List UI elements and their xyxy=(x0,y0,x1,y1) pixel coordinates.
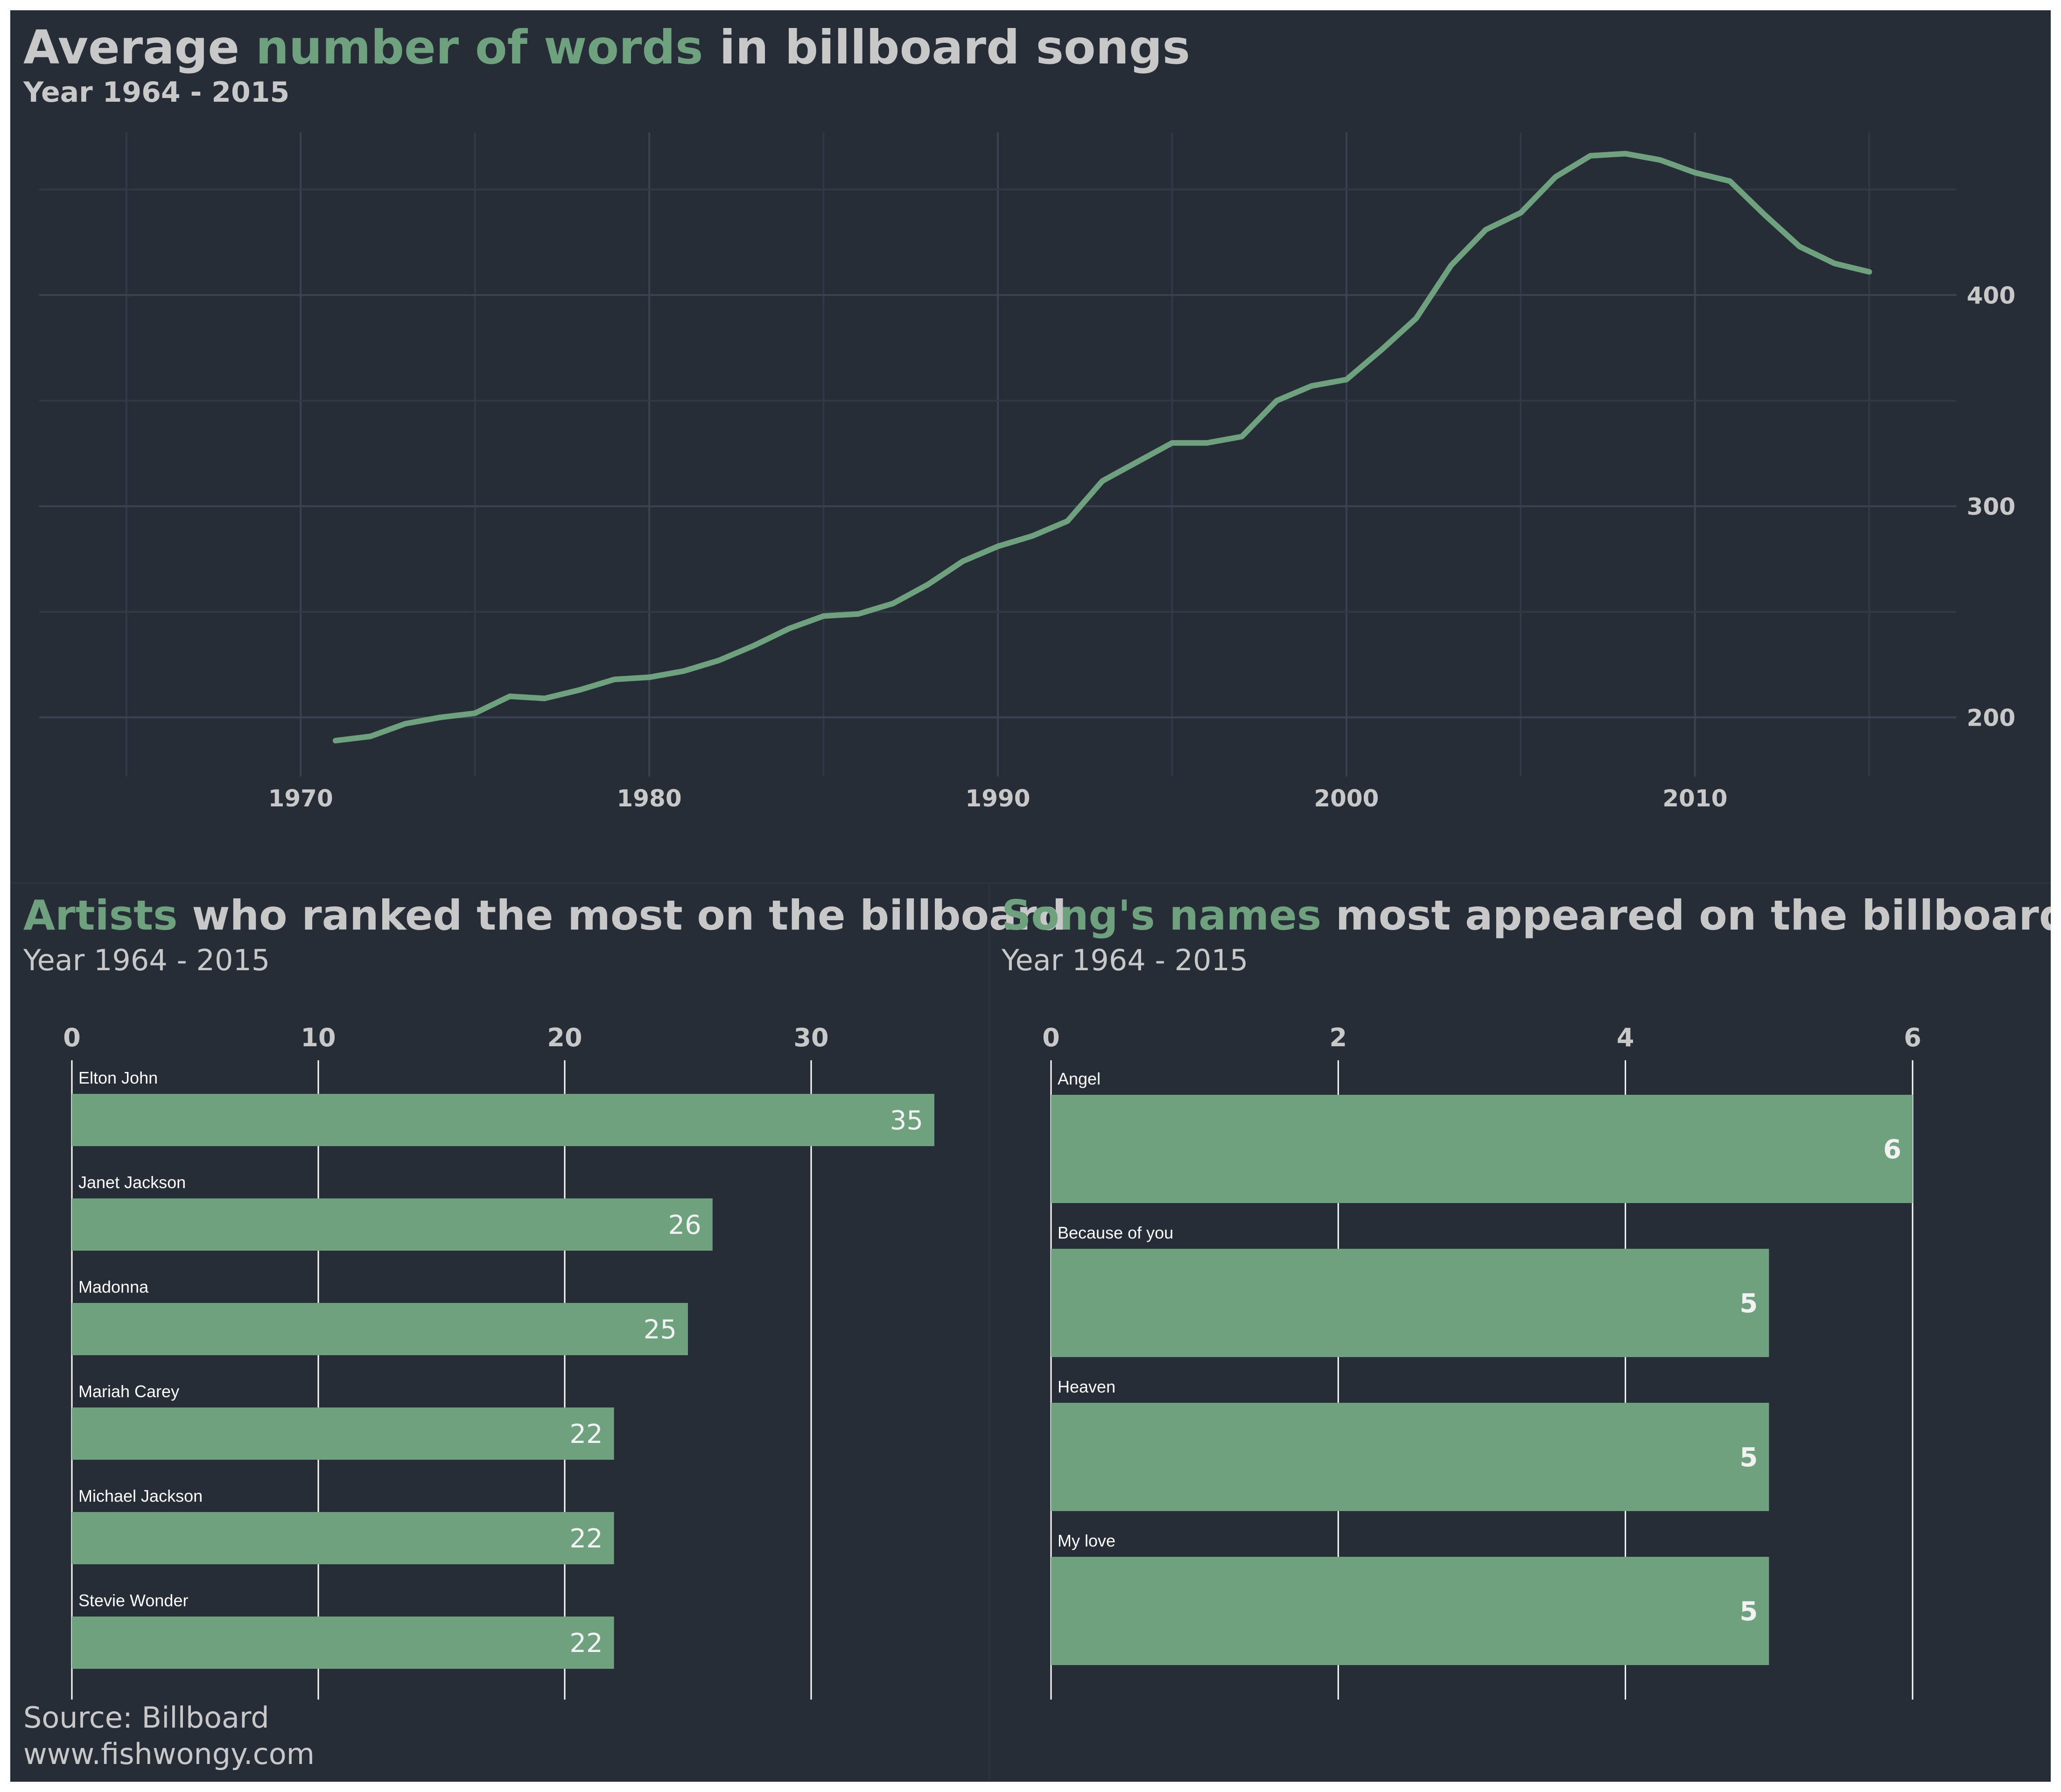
data-label: 6 xyxy=(1883,1134,1901,1165)
y-tick-label: 400 xyxy=(1967,282,2015,309)
footer: Source: Billboard www.fishwongy.com xyxy=(23,1700,315,1772)
bar xyxy=(1051,1557,1769,1665)
data-label: 22 xyxy=(569,1419,603,1449)
data-label: 26 xyxy=(668,1210,701,1240)
category-label: Angel xyxy=(1058,1069,1101,1088)
x-tick-label: 2000 xyxy=(1314,785,1379,812)
bar xyxy=(1051,1095,1913,1203)
section-divider xyxy=(10,882,2051,883)
bar xyxy=(72,1303,688,1355)
bar xyxy=(72,1407,614,1460)
x-tick-label: 1970 xyxy=(268,785,333,812)
artists-title-text: who ranked the most on the billboard xyxy=(177,891,1066,939)
x-tick-label: 2010 xyxy=(1662,785,1727,812)
data-label: 5 xyxy=(1739,1442,1758,1473)
x-tick-label: 10 xyxy=(301,1023,336,1052)
category-label: Because of you xyxy=(1058,1223,1173,1242)
source-note: Source: Billboard xyxy=(23,1701,269,1735)
x-tick-label: 20 xyxy=(547,1023,582,1052)
songs-title-highlight: Song's names xyxy=(1002,891,1322,939)
data-label: 22 xyxy=(569,1524,603,1554)
artists-chart-title: Artists who ranked the most on the billb… xyxy=(23,888,1066,944)
chart-canvas: Average number of words in billboard son… xyxy=(10,10,2051,1782)
songs-chart-title: Song's names most appeared on the billbo… xyxy=(1002,888,2051,944)
x-tick-label: 0 xyxy=(63,1023,81,1052)
category-label: Mariah Carey xyxy=(78,1382,179,1401)
line-chart: 200 300 400 1970 1980 1990 2000 2010 xyxy=(39,133,2015,812)
x-tick-label: 0 xyxy=(1042,1023,1060,1052)
data-label: 25 xyxy=(644,1315,677,1345)
bar xyxy=(72,1094,934,1146)
x-tick-label: 30 xyxy=(793,1023,828,1052)
artists-chart-subtitle: Year 1964 - 2015 xyxy=(23,943,270,977)
category-label: Stevie Wonder xyxy=(78,1591,188,1610)
x-tick-label: 2 xyxy=(1330,1023,1347,1052)
bar xyxy=(72,1617,614,1669)
category-label: Madonna xyxy=(78,1277,149,1296)
x-tick-label: 1990 xyxy=(965,785,1030,812)
category-label: Janet Jackson xyxy=(78,1173,186,1192)
category-label: Elton John xyxy=(78,1068,158,1087)
category-label: Michael Jackson xyxy=(78,1486,203,1505)
artists-bar-chart: 0 10 20 30 Elton John 35 Janet Jackson 26 Madonn… xyxy=(63,1023,934,1700)
data-label: 35 xyxy=(890,1106,923,1136)
x-tick-label: 4 xyxy=(1617,1023,1634,1052)
x-tick-label: 1980 xyxy=(617,785,682,812)
bar xyxy=(1051,1403,1769,1511)
songs-bar-chart: 0 2 4 6 Angel 6 Because of you 5 Heaven 5 My love 5 xyxy=(1042,1023,1921,1700)
bar xyxy=(72,1198,713,1251)
data-label: 5 xyxy=(1739,1288,1758,1319)
category-label: Heaven xyxy=(1058,1377,1115,1396)
y-tick-label: 300 xyxy=(1967,493,2015,520)
data-label: 22 xyxy=(569,1628,603,1659)
site-credit: www.fishwongy.com xyxy=(23,1737,315,1771)
x-tick-label: 6 xyxy=(1904,1023,1921,1052)
words-series-line xyxy=(332,151,1872,744)
songs-title-text: most appeared on the billboard xyxy=(1321,891,2051,939)
y-tick-label: 200 xyxy=(1967,704,2015,731)
data-label: 5 xyxy=(1739,1596,1758,1627)
artists-title-highlight: Artists xyxy=(23,891,178,939)
bar xyxy=(1051,1249,1769,1357)
category-label: My love xyxy=(1058,1531,1115,1550)
songs-chart-subtitle: Year 1964 - 2015 xyxy=(1002,943,1248,977)
bar xyxy=(72,1512,614,1564)
